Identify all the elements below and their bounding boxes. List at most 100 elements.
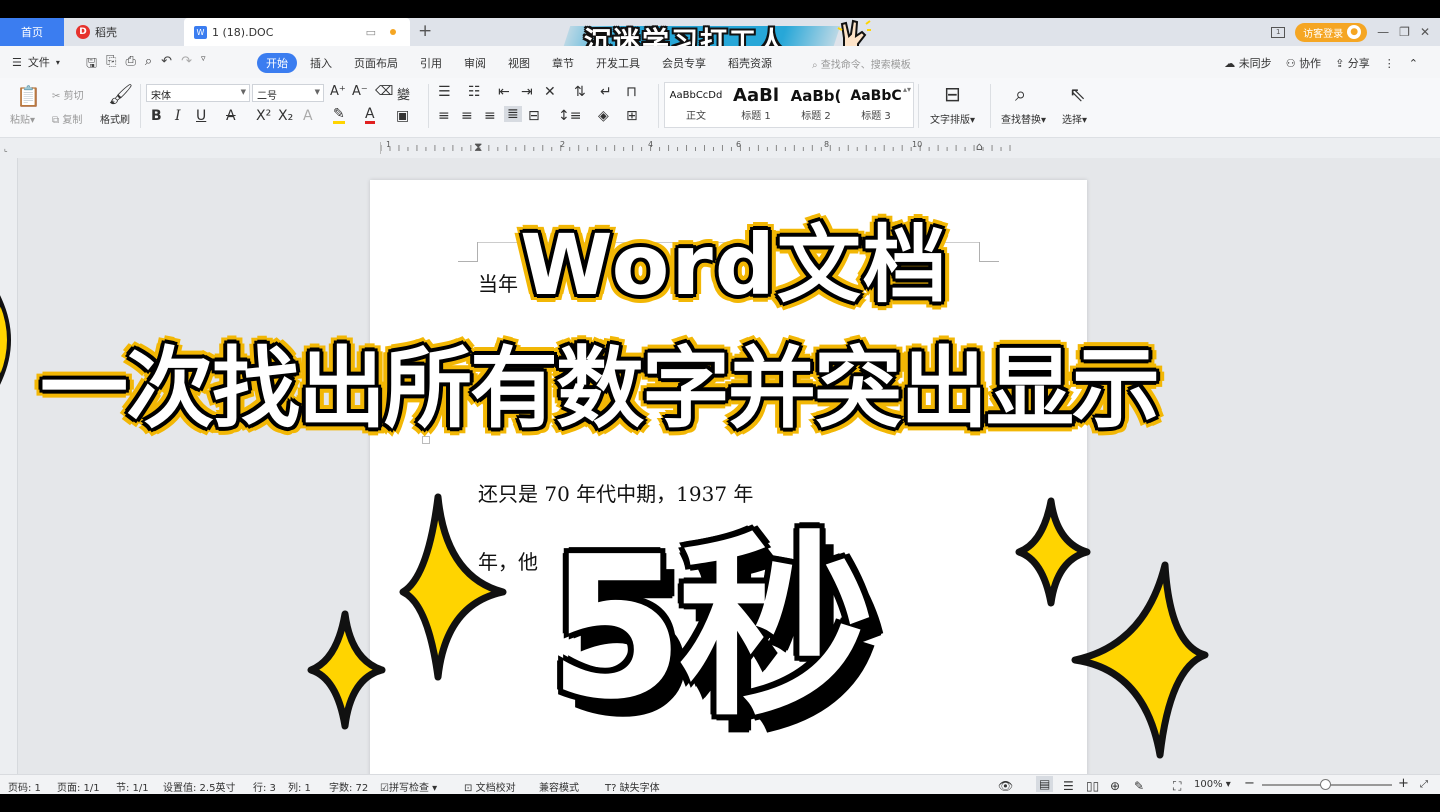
select-button[interactable]: 选择▾ [1062,111,1087,126]
more-icon[interactable]: ⋮ [1384,57,1395,70]
print-preview-icon[interactable]: ⌕ [145,54,152,76]
fullscreen-icon[interactable]: ⤢ [1420,779,1428,790]
tab-insert[interactable]: 插入 [301,53,341,73]
paste-icon[interactable]: 📋 [16,84,41,108]
line-spacing-icon[interactable]: ↕≡ [558,108,581,124]
borders-icon[interactable]: ⊞ [626,108,638,124]
missing-font-button[interactable]: T? 缺失字体 [605,779,660,794]
strikethrough-icon[interactable]: A [226,108,236,124]
numbered-list-icon[interactable]: ☷ [468,84,481,100]
increase-indent-icon[interactable]: ⇥ [521,84,533,100]
select-cursor-icon[interactable]: ⇖ [1069,82,1086,106]
cut-button[interactable]: ✂ 剪切 [52,87,84,102]
tab-start[interactable]: 开始 [257,53,297,73]
italic-icon[interactable]: I [175,108,181,124]
find-replace-icon[interactable]: ⌕ [1015,82,1026,106]
style-heading3[interactable]: AaBbC 标题 3 [847,85,905,127]
pinyin-guide-icon[interactable]: 變 [397,84,410,103]
highlight-icon[interactable]: ✎ [333,107,345,124]
tab-developer[interactable]: 开发工具 [587,53,649,73]
undo-icon[interactable]: ↶ [161,54,172,76]
clear-format-icon[interactable]: ⌫ [375,84,393,99]
tab-daoke[interactable]: D 稻壳 [64,18,182,46]
file-menu-button[interactable]: ☰ 文件 ▾ [12,54,60,70]
tab-daoke-resources[interactable]: 稻壳资源 [719,53,781,73]
outline-view-icon[interactable]: ☰ [1063,779,1074,793]
print-icon[interactable]: ⎙ [125,54,135,76]
copy-button[interactable]: ⧉ 复制 [52,111,82,126]
underline-icon[interactable]: U [196,108,206,124]
save-icon[interactable]: 🖫 [86,54,97,76]
page-count-icon[interactable]: 1 [1271,26,1286,38]
fit-page-icon[interactable]: ⛶ [1173,779,1181,794]
find-replace-button[interactable]: 查找替换▾ [1001,111,1046,126]
tab-page-layout[interactable]: 页面布局 [345,53,407,73]
grow-font-icon[interactable]: A⁺ [330,84,346,99]
font-color-icon[interactable]: A [365,107,375,124]
text-layout-icon[interactable]: ⊟ [944,82,961,106]
char-border-icon[interactable]: ▣ [396,108,409,124]
command-search-input[interactable]: ⌕ 查找命令、搜索模板 [812,56,911,71]
tab-member[interactable]: 会员专享 [653,53,715,73]
status-settings[interactable]: 设置值: 2.5英寸 [163,779,235,794]
style-heading1[interactable]: AaBl 标题 1 [727,85,785,127]
shading-icon[interactable]: ◈ [598,108,609,124]
visitor-login-button[interactable]: 访客登录 ● [1295,22,1368,42]
collab-button[interactable]: ⚇ 协作 [1286,55,1321,71]
status-page-number[interactable]: 页码: 1 [8,779,41,794]
minimize-icon[interactable]: — [1377,25,1389,39]
new-tab-plus-icon[interactable]: + [418,21,432,41]
decrease-indent-icon[interactable]: ⇤ [498,84,510,100]
write-mode-icon[interactable]: ✎ [1134,779,1144,793]
redo-icon[interactable]: ↷ [181,54,192,76]
text-effect-icon[interactable]: A [303,108,313,124]
right-indent-marker-icon[interactable]: ⌂ [976,140,983,153]
indent-marker-icon[interactable]: ⧗ [474,140,482,155]
bold-icon[interactable]: B [151,108,162,124]
tab-view[interactable]: 视图 [499,53,539,73]
status-word-count[interactable]: 字数: 72 [329,779,368,794]
tab-home[interactable]: 首页 [0,18,64,46]
doc-proof-button[interactable]: ⊡ 文档校对 [464,779,516,794]
align-right-icon[interactable]: ≡ [484,108,496,124]
tab-review[interactable]: 审阅 [455,53,495,73]
zoom-select[interactable]: 100% ▾ [1194,779,1231,790]
zoom-in-icon[interactable]: + [1398,776,1409,791]
status-pages[interactable]: 页面: 1/1 [57,779,100,794]
gallery-scroll-icon[interactable]: ▴▾ [903,85,911,94]
text-layout-button[interactable]: 文字排版▾ [930,111,975,126]
zoom-slider-thumb[interactable] [1320,779,1331,790]
sort-icon[interactable]: ⇅ [574,84,586,100]
style-normal[interactable]: AaBbCcDd 正文 [667,85,725,127]
page-view-icon[interactable]: ▤ [1036,776,1054,792]
reading-view-icon[interactable]: ▯▯ [1086,779,1099,793]
paste-button[interactable]: 粘贴▾ [10,111,35,126]
align-left-icon[interactable]: ≡ [438,108,450,124]
bullet-list-icon[interactable]: ☰ [438,84,451,100]
format-painter-button[interactable]: 格式刷 [100,111,130,126]
export-pdf-icon[interactable]: ⎘ [106,54,116,76]
font-size-select[interactable]: 二号 ▼ [252,84,324,102]
eye-protection-icon[interactable]: 👁 [998,779,1013,793]
align-center-icon[interactable]: ≡ [461,108,473,124]
tab-section[interactable]: 章节 [543,53,583,73]
tab-references[interactable]: 引用 [411,53,451,73]
distributed-icon[interactable]: ⊟ [528,108,540,124]
show-marks-icon[interactable]: ↵ [600,84,612,100]
customize-chevron-icon[interactable]: ▿ [201,54,206,76]
chinese-layout-icon[interactable]: ✕ [544,84,556,100]
superscript-icon[interactable]: X² [256,108,271,124]
collapse-ribbon-icon[interactable]: ⌃ [1409,57,1418,70]
web-view-icon[interactable]: ⊕ [1110,779,1120,793]
shrink-font-icon[interactable]: A⁻ [352,84,368,99]
justify-icon[interactable]: ≣ [504,106,522,122]
close-icon[interactable]: ✕ [1420,25,1430,39]
restore-icon[interactable]: ❐ [1399,25,1410,39]
tab-document[interactable]: W 1 (18).DOC ▭ [184,18,410,46]
subscript-icon[interactable]: X₂ [278,108,293,124]
monitor-icon[interactable]: ▭ [366,26,376,39]
sync-button[interactable]: ☁ 未同步 [1224,55,1272,71]
share-button[interactable]: ⇪ 分享 [1335,55,1370,71]
format-painter-icon[interactable]: 🖌 [108,82,133,106]
spell-check-button[interactable]: ☑拼写检查 ▾ [380,779,437,794]
